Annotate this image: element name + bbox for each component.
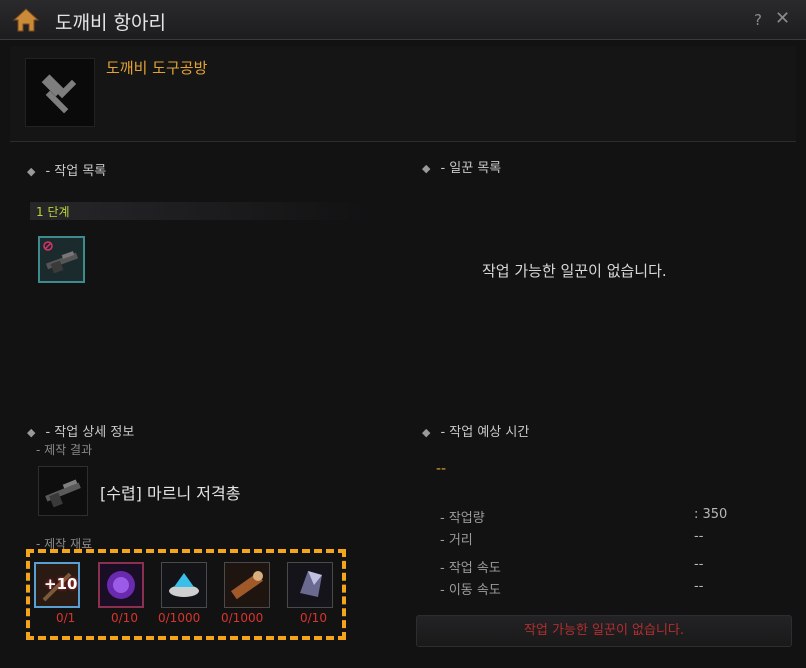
- time-title: ◆ - 작업 예상 시간: [422, 425, 530, 440]
- stat-value-move-speed: --: [694, 579, 704, 594]
- estimated-time-value: --: [436, 461, 447, 477]
- material-count: 0/1000: [158, 611, 201, 625]
- result-item-name: [수렵] 마르니 저격총: [100, 484, 241, 503]
- stat-label-distance: - 거리: [440, 533, 473, 548]
- sniper-rifle-icon: [43, 241, 79, 274]
- help-icon[interactable]: ?: [754, 11, 762, 29]
- diamond-bullet-icon: ◆: [422, 426, 431, 439]
- material-slot[interactable]: [161, 562, 207, 608]
- window-title: 도깨비 항아리: [55, 12, 166, 34]
- result-item-slot[interactable]: [38, 466, 88, 516]
- start-work-button[interactable]: 작업 가능한 일꾼이 없습니다.: [416, 615, 792, 647]
- material-count: 0/10: [111, 611, 138, 625]
- stat-value-workload: : 350: [694, 507, 728, 522]
- material-count: 0/1000: [221, 611, 264, 625]
- stat-value-distance: --: [694, 529, 704, 544]
- no-workers-message: 작업 가능한 일꾼이 없습니다.: [482, 262, 667, 280]
- diamond-bullet-icon: ◆: [27, 165, 36, 178]
- diamond-bullet-icon: ◆: [422, 162, 431, 175]
- material-slot[interactable]: [224, 562, 270, 608]
- material-count: 0/1: [56, 611, 76, 625]
- shop-header: 도깨비 도구공방: [10, 46, 796, 142]
- blue-crystal-bowl-icon: [162, 563, 206, 607]
- work-item-slot[interactable]: [38, 236, 85, 283]
- material-count: 0/10: [300, 611, 327, 625]
- dark-crystal-icon: [288, 563, 332, 607]
- material-slot[interactable]: +10: [34, 562, 80, 608]
- worker-list-title: ◆ - 일꾼 목록: [422, 161, 502, 176]
- work-list-title: ◆ - 작업 목록: [27, 164, 107, 179]
- stage-bar: [30, 202, 370, 220]
- enhance-badge: +10: [44, 575, 78, 593]
- stat-label-workload: - 작업량: [440, 511, 485, 526]
- purple-orb-icon: [100, 564, 142, 606]
- detail-title: ◆ - 작업 상세 정보: [27, 425, 135, 440]
- shop-icon-frame: [25, 58, 95, 127]
- title-bar: 도깨비 항아리 ? ✕: [0, 0, 806, 40]
- material-slot[interactable]: [98, 562, 144, 608]
- stat-label-move-speed: - 이동 속도: [440, 583, 501, 598]
- stat-value-work-speed: --: [694, 557, 704, 572]
- shop-title: 도깨비 도구공방: [106, 59, 208, 77]
- wood-plank-icon: [225, 563, 269, 607]
- material-slot[interactable]: [287, 562, 333, 608]
- result-label: - 제작 결과: [36, 443, 93, 457]
- home-icon[interactable]: [12, 7, 40, 33]
- close-icon[interactable]: ✕: [775, 8, 790, 29]
- diamond-bullet-icon: ◆: [27, 426, 36, 439]
- sniper-rifle-icon: [45, 479, 81, 508]
- stat-label-work-speed: - 작업 속도: [440, 561, 501, 576]
- stage-label: 1 단계: [36, 205, 70, 219]
- hammer-icon: [41, 74, 77, 114]
